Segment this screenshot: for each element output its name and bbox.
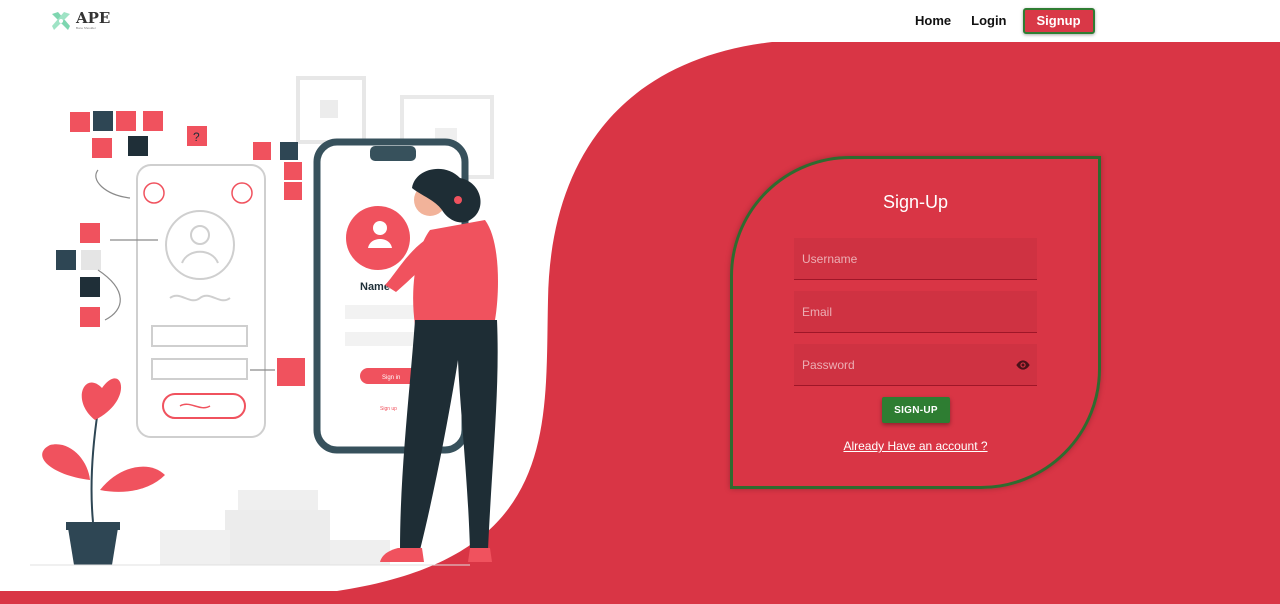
username-input[interactable] [794, 238, 1037, 279]
navbar: APE Bone Shoulder Home Login Signup [0, 0, 1280, 42]
signup-submit-button[interactable]: SIGN-UP [882, 397, 950, 423]
username-field-wrapper [794, 238, 1037, 280]
logo-mark-icon [52, 12, 70, 30]
phone-name-text: Name [360, 281, 390, 293]
nav-home-link[interactable]: Home [905, 9, 961, 33]
signup-form-card: Sign-Up SIGN-UP Already Have an account … [730, 156, 1101, 489]
signup-page: APE Bone Shoulder Home Login Signup ? Na… [0, 0, 1280, 604]
password-field-wrapper [794, 344, 1037, 386]
nav-login-link[interactable]: Login [961, 9, 1016, 33]
brand-name: APE [76, 9, 111, 27]
brand-tagline: Bone Shoulder [76, 26, 96, 30]
logo[interactable]: APE Bone Shoulder [50, 10, 110, 32]
form-title: Sign-Up [882, 192, 949, 212]
already-have-account-link[interactable]: Already Have an account ? [733, 439, 1098, 453]
phone-signin-text: Sign in [382, 375, 400, 381]
svg-text:?: ? [193, 130, 200, 144]
signup-illustration: ? Name Sign in Sign up [30, 76, 498, 566]
nav-menu: Home Login Signup [905, 8, 1095, 34]
password-input[interactable] [794, 344, 1037, 385]
phone-signup-text: Sign up [380, 406, 397, 412]
email-field-wrapper [794, 291, 1037, 333]
nav-signup-button[interactable]: Signup [1022, 8, 1095, 34]
email-input[interactable] [794, 291, 1037, 332]
eye-icon[interactable] [1015, 357, 1031, 373]
footer-strip [0, 591, 1280, 604]
